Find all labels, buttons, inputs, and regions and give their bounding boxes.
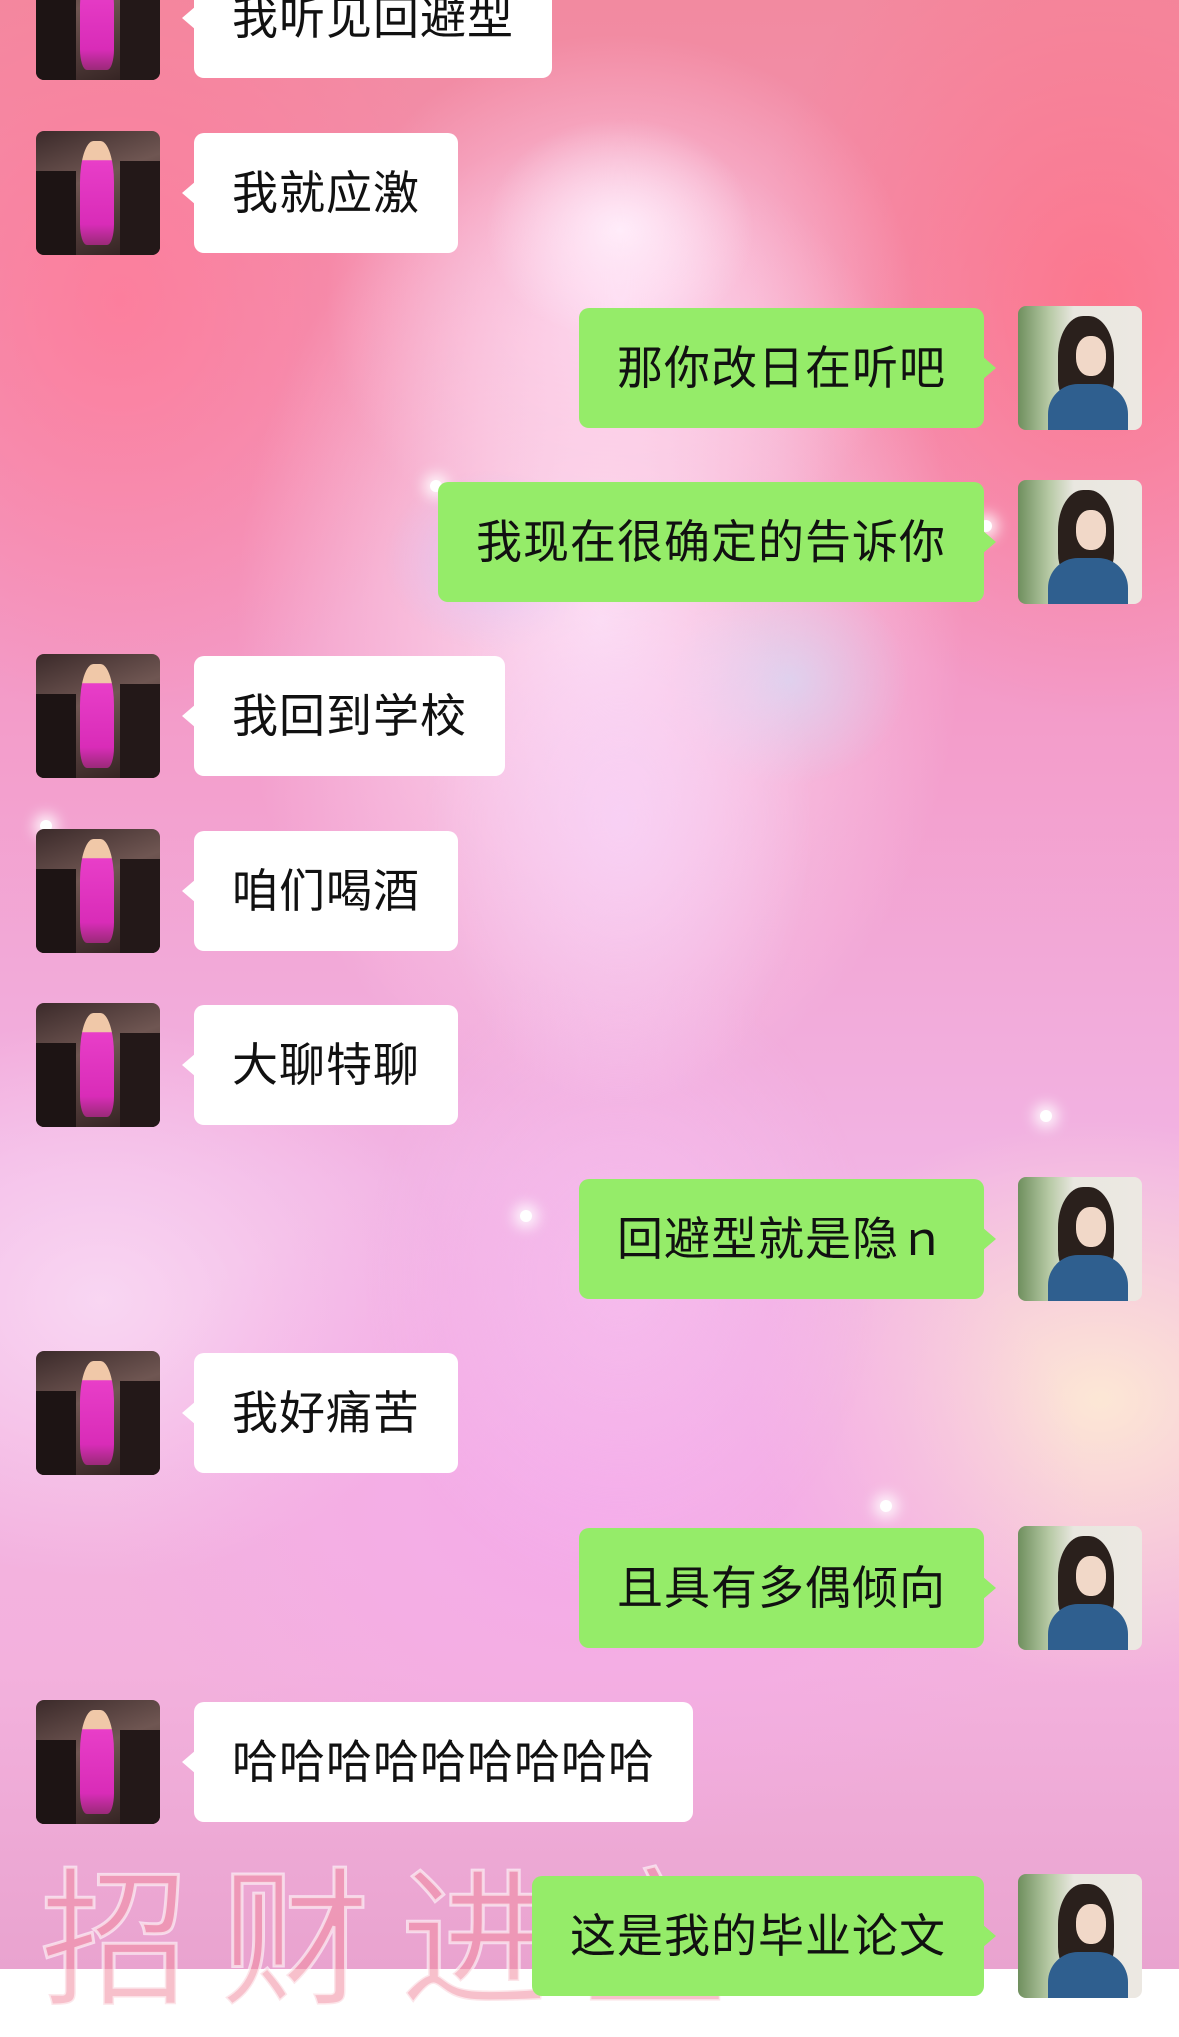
message-bubble-incoming[interactable]: 我回到学校 (182, 656, 505, 776)
message-row-outgoing: 回避型就是隐ｎ (0, 1177, 1179, 1301)
message-row-outgoing: 那你改日在听吧 (0, 306, 1179, 430)
message-bubble-incoming[interactable]: 我就应激 (182, 133, 458, 253)
message-row-incoming: 我就应激 (0, 131, 1179, 255)
message-bubble-incoming[interactable]: 咱们喝酒 (182, 831, 458, 951)
message-bubble-incoming[interactable]: 我好痛苦 (182, 1353, 458, 1473)
contact-avatar[interactable] (36, 1351, 160, 1475)
message-bubble-outgoing[interactable]: 那你改日在听吧 (579, 308, 996, 428)
sparkle-icon (880, 1500, 892, 1512)
message-row-incoming: 哈哈哈哈哈哈哈哈哈 (0, 1700, 1179, 1824)
message-row-outgoing: 且具有多偶倾向 (0, 1526, 1179, 1650)
contact-avatar[interactable] (36, 0, 160, 80)
user-avatar[interactable] (1018, 480, 1142, 604)
message-row-incoming: 大聊特聊 (0, 1003, 1179, 1127)
user-avatar[interactable] (1018, 306, 1142, 430)
message-bubble-outgoing[interactable]: 且具有多偶倾向 (579, 1528, 996, 1648)
contact-avatar[interactable] (36, 131, 160, 255)
user-avatar[interactable] (1018, 1177, 1142, 1301)
message-row-incoming: 我好痛苦 (0, 1351, 1179, 1475)
message-row-incoming: 我听见回避型 (0, 0, 1179, 80)
message-bubble-incoming[interactable]: 哈哈哈哈哈哈哈哈哈 (182, 1702, 693, 1822)
contact-avatar[interactable] (36, 1700, 160, 1824)
user-avatar[interactable] (1018, 1526, 1142, 1650)
message-bubble-outgoing[interactable]: 我现在很确定的告诉你 (438, 482, 996, 602)
message-row-outgoing: 这是我的毕业论文 (0, 1874, 1179, 1998)
message-row-outgoing: 我现在很确定的告诉你 (0, 480, 1179, 604)
message-row-incoming: 咱们喝酒 (0, 829, 1179, 953)
message-bubble-outgoing[interactable]: 回避型就是隐ｎ (579, 1179, 996, 1299)
message-bubble-incoming[interactable]: 我听见回避型 (182, 0, 552, 78)
contact-avatar[interactable] (36, 1003, 160, 1127)
contact-avatar[interactable] (36, 654, 160, 778)
contact-avatar[interactable] (36, 829, 160, 953)
message-bubble-outgoing[interactable]: 这是我的毕业论文 (532, 1876, 996, 1996)
message-bubble-incoming[interactable]: 大聊特聊 (182, 1005, 458, 1125)
user-avatar[interactable] (1018, 1874, 1142, 1998)
message-row-incoming: 我回到学校 (0, 654, 1179, 778)
